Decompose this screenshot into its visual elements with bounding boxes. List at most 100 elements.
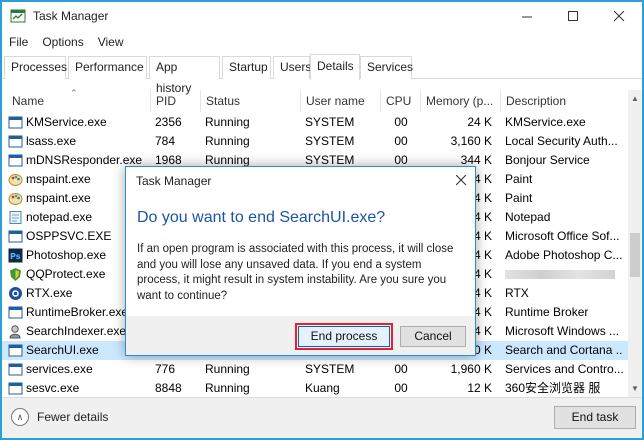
minimize-button[interactable] <box>504 2 550 30</box>
close-icon <box>613 10 624 21</box>
close-icon <box>455 174 466 185</box>
column-header-row: ⌃ Name PID Status User name CPU Memory (… <box>2 88 628 112</box>
pid-cell: 8848 <box>155 381 182 395</box>
status-cell: Running <box>205 115 250 129</box>
description-cell: Local Security Auth... <box>505 134 618 148</box>
user-name-cell: SYSTEM <box>305 134 355 148</box>
cpu-cell: 00 <box>394 134 408 148</box>
tab-app-history[interactable]: App history <box>149 56 220 95</box>
description-cell: RTX <box>505 286 529 300</box>
process-name-cell: sesvc.exe <box>26 381 80 395</box>
blurred-description <box>505 270 615 279</box>
photoshop-icon: Ps <box>8 248 23 263</box>
tab-performance[interactable]: Performance <box>68 56 147 79</box>
maximize-button[interactable] <box>550 2 596 30</box>
scroll-up-arrow-icon[interactable]: ▲ <box>628 90 642 107</box>
dialog-button-bar: End process Cancel <box>126 316 475 355</box>
description-cell: Runtime Broker <box>505 305 589 319</box>
app-window-icon <box>8 305 23 320</box>
task-manager-icon <box>10 9 26 23</box>
process-name-cell: KMService.exe <box>26 115 107 129</box>
paint-icon <box>8 191 23 206</box>
cpu-cell: 00 <box>394 115 408 129</box>
memory-cell: 24 K <box>467 115 492 129</box>
app-window-icon <box>8 381 23 396</box>
scrollbar-thumb[interactable] <box>630 233 640 277</box>
tab-details[interactable]: Details <box>310 54 360 80</box>
minimize-icon <box>521 16 532 17</box>
process-name-cell: services.exe <box>26 362 93 376</box>
dialog-title: Task Manager <box>136 174 212 188</box>
tab-services[interactable]: Services <box>360 56 413 79</box>
dialog-close-button[interactable] <box>448 169 474 191</box>
column-header-user[interactable]: User name <box>300 90 380 112</box>
rtx-icon <box>8 286 23 301</box>
qq-protect-icon <box>8 267 23 282</box>
app-window-icon <box>8 153 23 168</box>
app-window-icon <box>8 115 23 130</box>
title-bar: Task Manager <box>2 2 642 30</box>
svg-text:Ps: Ps <box>10 252 21 261</box>
paint-icon <box>8 172 23 187</box>
sort-ascending-icon: ⌃ <box>70 88 78 98</box>
table-row[interactable]: sesvc.exe 8848 Running Kuang 00 12 K 360安全浏览器 … <box>2 379 628 397</box>
column-header-name[interactable]: ⌃ Name <box>2 88 150 112</box>
column-name-label: Name <box>12 94 45 108</box>
maximize-icon <box>567 10 578 21</box>
window-title: Task Manager <box>33 9 109 23</box>
app-window-icon <box>8 134 23 149</box>
app-window-icon <box>8 343 23 358</box>
tab-processes[interactable]: Processes <box>4 56 67 79</box>
cpu-cell: 00 <box>394 381 408 395</box>
task-manager-window: Task Manager File Options View Processes… <box>0 0 644 440</box>
description-cell: KMService.exe <box>505 115 586 129</box>
scroll-down-arrow-icon[interactable]: ▼ <box>628 380 642 397</box>
pid-cell: 776 <box>155 362 176 376</box>
status-cell: Running <box>205 362 250 376</box>
user-name-cell: SYSTEM <box>305 362 355 376</box>
column-header-description[interactable]: Description <box>500 90 628 112</box>
vertical-scrollbar[interactable]: ▲ ▼ <box>628 90 642 397</box>
cancel-button[interactable]: Cancel <box>400 326 466 347</box>
memory-cell: 1,960 K <box>450 362 492 376</box>
description-cell: Microsoft Office Sof... <box>505 229 620 243</box>
table-row[interactable]: lsass.exe 784 Running SYSTEM 00 3,160 K Local … <box>2 132 628 151</box>
close-button[interactable] <box>596 2 642 30</box>
table-row[interactable]: KMService.exe 2356 Running SYSTEM 00 24 K KMSe… <box>2 113 628 132</box>
description-cell: Bonjour Service <box>505 153 590 167</box>
memory-cell: 3,160 K <box>450 134 492 148</box>
status-cell: Running <box>205 134 250 148</box>
column-header-status[interactable]: Status <box>200 90 300 112</box>
pid-cell: 784 <box>155 134 176 148</box>
cpu-cell: 00 <box>394 362 408 376</box>
end-process-button[interactable]: End process <box>295 323 393 350</box>
tab-startup[interactable]: Startup <box>222 56 271 79</box>
app-window-icon <box>8 229 23 244</box>
description-cell: Search and Cortana ... <box>505 343 623 357</box>
column-header-memory[interactable]: Memory (p... <box>420 90 500 112</box>
footer-bar: ∧ Fewer details End task <box>2 397 642 438</box>
column-header-pid[interactable]: PID <box>150 90 200 112</box>
column-header-cpu[interactable]: CPU <box>380 90 420 112</box>
description-cell: Microsoft Windows ... <box>505 324 620 338</box>
table-row[interactable]: services.exe 776 Running SYSTEM 00 1,960 K Ser… <box>2 360 628 379</box>
dialog-message: If an open program is associated with th… <box>137 243 454 302</box>
end-task-button[interactable]: End task <box>554 406 636 429</box>
end-process-dialog: Task Manager Do you want to end SearchUI… <box>125 166 476 356</box>
process-name-cell: lsass.exe <box>26 134 77 148</box>
menu-view[interactable]: View <box>91 31 131 53</box>
description-cell: Adobe Photoshop C... <box>505 248 623 262</box>
description-cell: Notepad <box>505 210 551 224</box>
tab-users[interactable]: Users <box>273 56 311 79</box>
chevron-up-icon[interactable]: ∧ <box>11 408 29 426</box>
user-name-cell: SYSTEM <box>305 115 355 129</box>
dialog-heading: Do you want to end SearchUI.exe? <box>137 209 386 226</box>
notepad-icon <box>8 210 23 225</box>
app-window-icon <box>8 362 23 377</box>
menu-options[interactable]: Options <box>35 31 90 53</box>
menu-bar: File Options View <box>2 31 642 53</box>
menu-file[interactable]: File <box>2 31 35 53</box>
description-cell: Paint <box>505 172 533 186</box>
fewer-details-link[interactable]: Fewer details <box>37 410 108 424</box>
tab-strip: Processes Performance App history Startu… <box>2 54 642 95</box>
